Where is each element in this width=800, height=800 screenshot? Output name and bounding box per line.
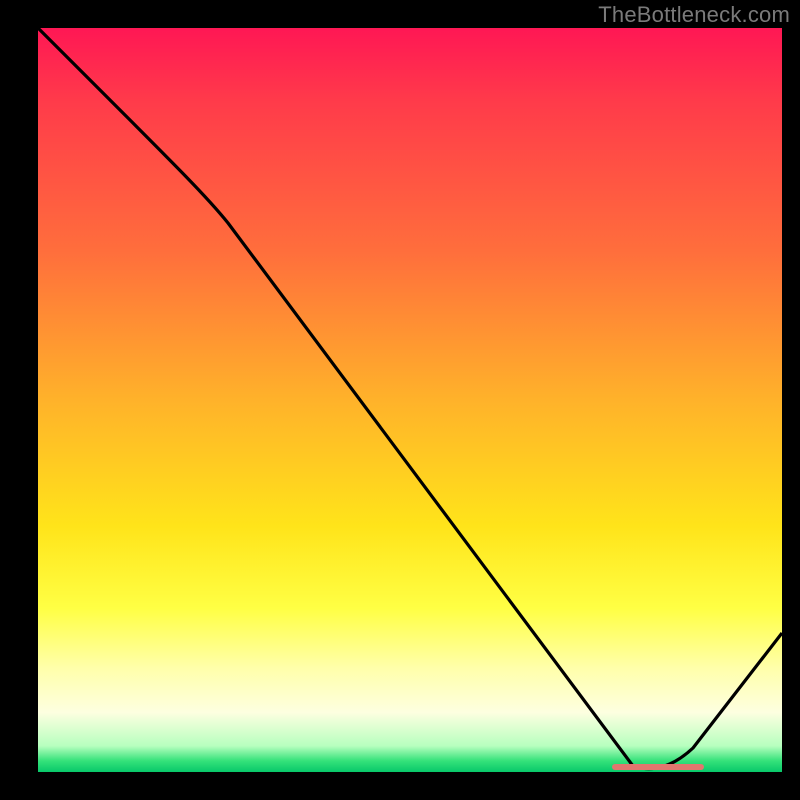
optimal-range-marker-overlay bbox=[612, 764, 704, 770]
bottom-margin bbox=[0, 772, 800, 800]
curve-path-overlay bbox=[38, 28, 782, 769]
bottleneck-curve-overlay bbox=[38, 28, 782, 772]
chart-container: TheBottleneck.com bbox=[0, 0, 800, 800]
left-margin bbox=[0, 0, 38, 800]
right-margin bbox=[782, 0, 800, 800]
watermark-text: TheBottleneck.com bbox=[598, 2, 790, 28]
